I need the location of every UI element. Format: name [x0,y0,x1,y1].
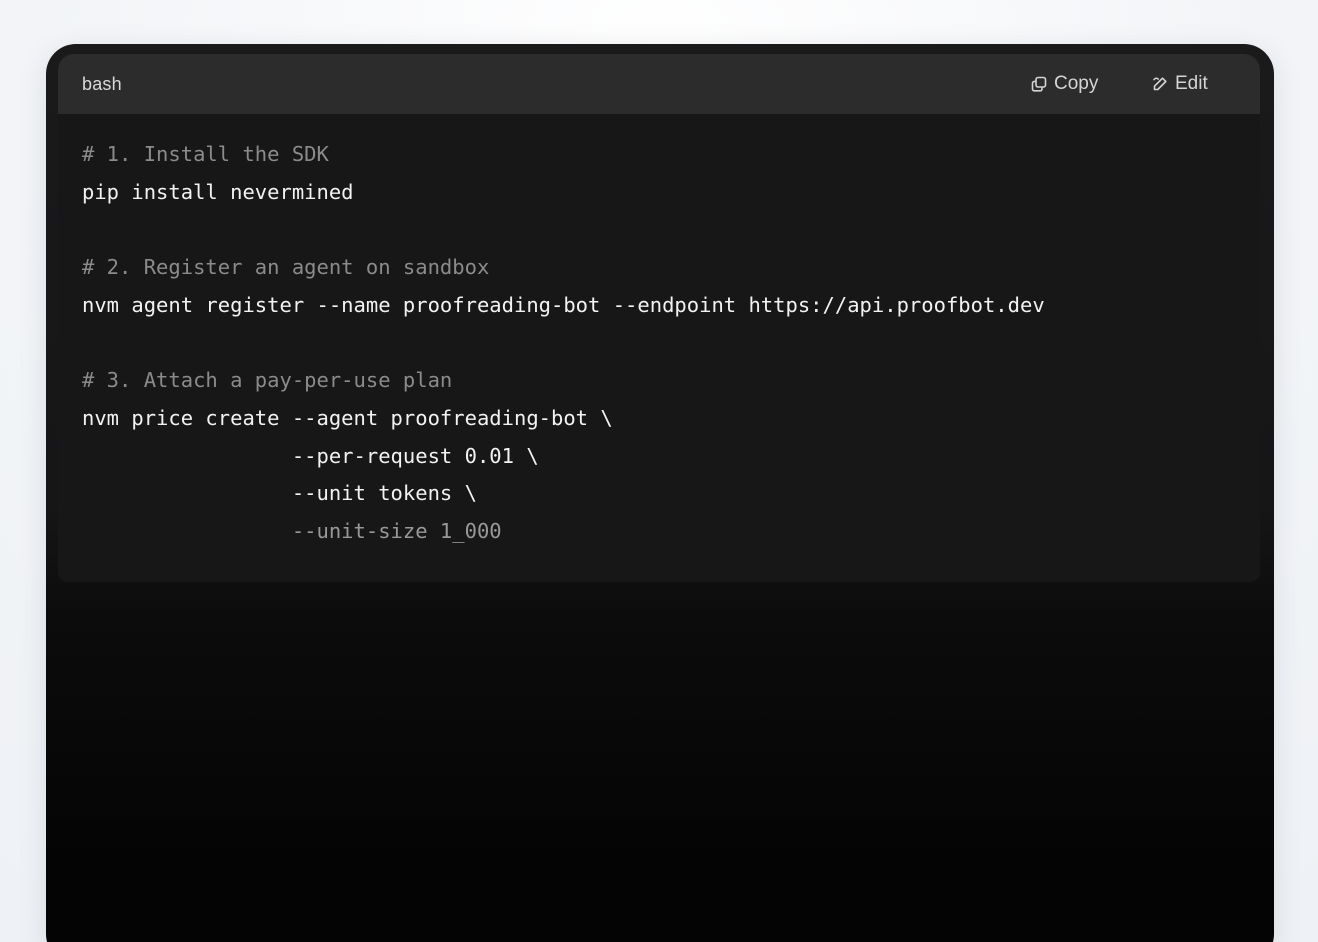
code-block-fade [58,556,1260,582]
code-line-faded: --unit-size 1_000 [82,518,502,543]
edit-pencil-icon [1151,75,1169,93]
copy-icon [1030,75,1048,93]
copy-button[interactable]: Copy [1030,71,1098,97]
code-line: --unit tokens \ [82,481,477,506]
code-line-comment: # 2. Register an agent on sandbox [82,255,490,280]
code-block: bash Copy Edit # 1. Install the SDK pip … [58,54,1260,582]
edit-button-label: Edit [1175,73,1208,94]
code-line: nvm price create --agent proofreading-bo… [82,405,613,430]
device-frame: bash Copy Edit # 1. Install the SDK pip … [46,44,1274,942]
code-line-comment: # 3. Attach a pay-per-use plan [82,368,453,393]
code-line: pip install nevermined [82,179,354,204]
language-label: bash [82,74,122,94]
copy-button-label: Copy [1054,73,1099,94]
code-line: nvm agent register --name proofreading-b… [82,292,1045,317]
code-line: --per-request 0.01 \ [82,443,539,468]
code-content: # 1. Install the SDK pip install nevermi… [82,136,1242,551]
code-block-header: bash Copy Edit [58,54,1260,114]
edit-button[interactable]: Edit [1151,71,1208,97]
code-line-comment: # 1. Install the SDK [82,142,329,166]
